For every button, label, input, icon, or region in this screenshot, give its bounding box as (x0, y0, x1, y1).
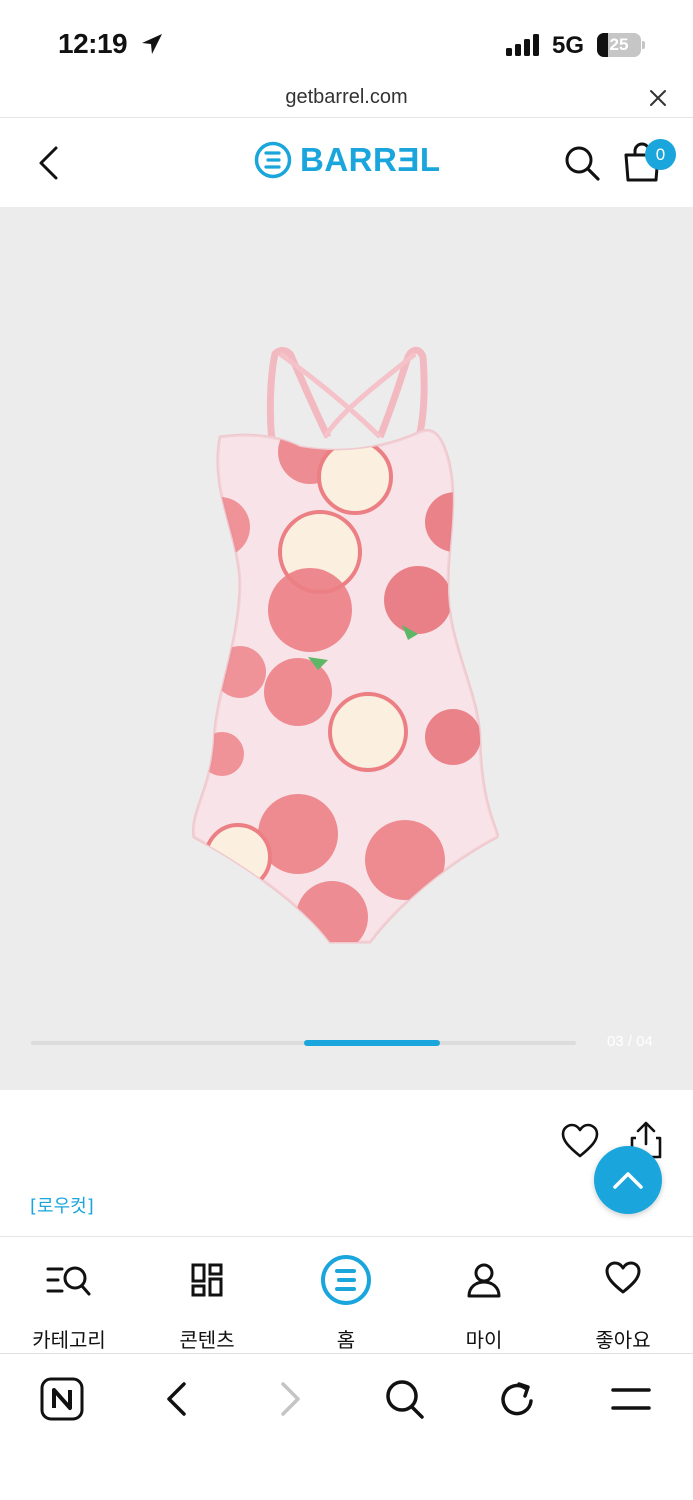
content-grid-icon (188, 1261, 226, 1303)
brand-tag[interactable]: [로우컷] (30, 1192, 94, 1218)
battery-percent: 25 (609, 35, 629, 54)
tab-content[interactable]: 콘텐츠 (138, 1237, 276, 1355)
tab-label: 카테고리 (32, 1328, 106, 1352)
search-icon[interactable] (563, 144, 601, 186)
back-icon[interactable] (162, 1377, 190, 1425)
status-time: 12:19 (58, 28, 128, 59)
status-bar: 12:19 5G 25 (0, 0, 693, 80)
back-arrow-icon[interactable] (36, 145, 60, 185)
search-icon[interactable] (384, 1377, 426, 1425)
url-text[interactable]: getbarrel.com (0, 86, 693, 109)
forward-icon (277, 1377, 305, 1425)
menu-icon[interactable] (609, 1377, 653, 1425)
location-arrow-icon (140, 32, 164, 60)
wishlist-heart-icon[interactable] (561, 1123, 599, 1163)
swimsuit-product-image[interactable] (180, 342, 510, 951)
scroll-to-top-button[interactable] (594, 1146, 662, 1214)
battery-icon: 25 (597, 33, 645, 59)
tab-home[interactable]: 홈 (277, 1237, 415, 1355)
refresh-icon[interactable] (497, 1377, 539, 1425)
bottom-tab-bar: 카테고리 콘텐츠 홈 마이 좋아요 (0, 1236, 693, 1354)
tab-label: 좋아요 (595, 1328, 651, 1352)
person-icon (465, 1261, 503, 1303)
tab-label: 콘텐츠 (179, 1328, 235, 1352)
chevron-up-icon (613, 1172, 643, 1189)
close-icon[interactable] (648, 88, 668, 112)
site-header: BARRƎL (0, 119, 693, 207)
tab-label: 홈 (336, 1328, 356, 1352)
category-search-icon (44, 1261, 94, 1303)
network-type: 5G (552, 32, 585, 59)
browser-toolbar (0, 1355, 693, 1500)
gallery-progress-indicator (303, 1040, 440, 1046)
heart-icon (605, 1261, 641, 1299)
logo-text: BARRƎL (300, 141, 441, 178)
tab-my[interactable]: 마이 (415, 1237, 553, 1355)
home-logo-icon (320, 1255, 372, 1310)
gallery-counter: 03 / 04 (607, 1033, 653, 1050)
url-bar[interactable]: getbarrel.com (0, 80, 693, 118)
product-gallery[interactable]: 03 / 04 (0, 207, 693, 1090)
barrel-logo-icon (254, 141, 292, 179)
product-info: [로우컷] (0, 1090, 693, 1236)
tab-category[interactable]: 카테고리 (0, 1237, 138, 1355)
naver-n-icon[interactable] (40, 1377, 84, 1425)
cart-count-badge[interactable]: 0 (645, 139, 676, 170)
gallery-progress-track[interactable] (31, 1040, 576, 1046)
tab-likes[interactable]: 좋아요 (554, 1237, 692, 1355)
tab-label: 마이 (465, 1328, 503, 1352)
signal-bars-icon (506, 34, 542, 60)
barrel-logo[interactable]: BARRƎL (254, 141, 441, 179)
